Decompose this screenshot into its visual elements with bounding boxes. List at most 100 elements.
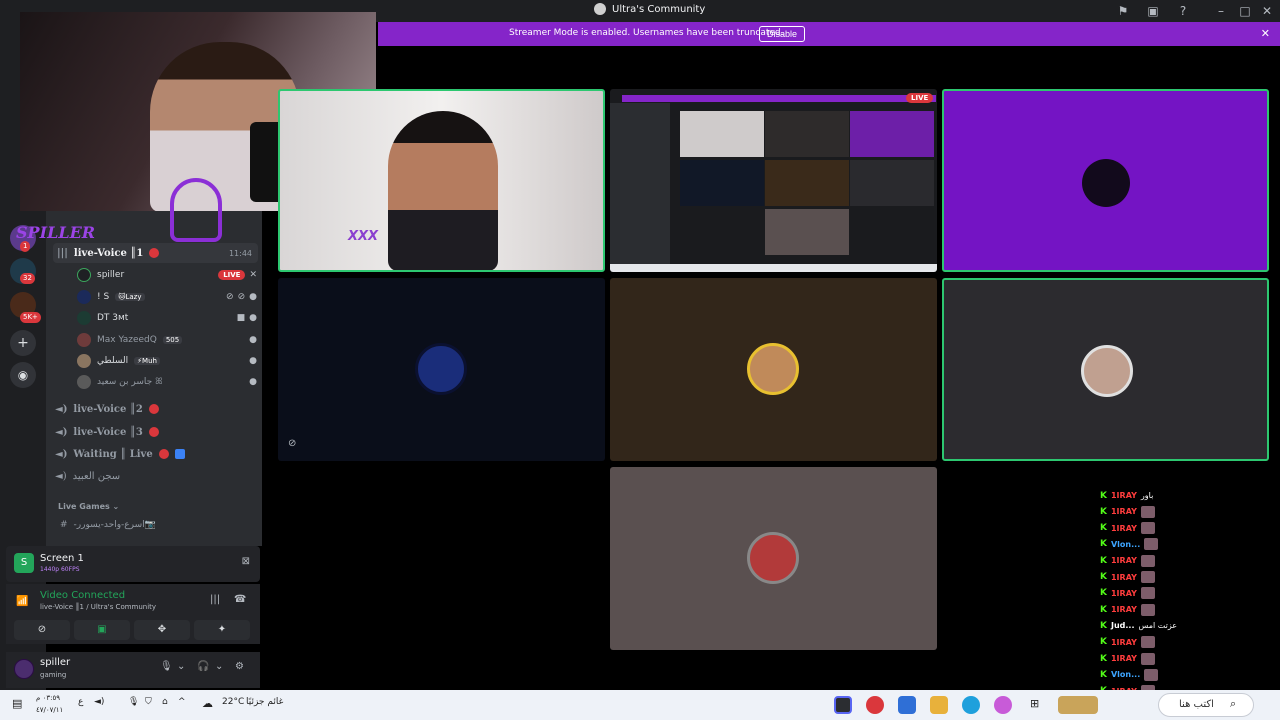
- network-icon[interactable]: ⌂: [162, 697, 168, 707]
- chat-message: K1IRAY: [1100, 570, 1190, 585]
- chevron-up-icon[interactable]: ^: [178, 697, 186, 707]
- video-tile-avatar[interactable]: ⊘: [278, 278, 605, 461]
- voice-user[interactable]: ! S 🐱Lazy ⊘ ⊘ ●: [77, 287, 257, 307]
- taskbar-time[interactable]: ٠٣:٥٩ م: [36, 694, 60, 702]
- banner-close-icon[interactable]: ✕: [1261, 27, 1270, 40]
- weather-desc[interactable]: غائم جزئيًا: [246, 697, 283, 707]
- video-tile-stream[interactable]: LIVE: [610, 89, 937, 272]
- close-icon[interactable]: ✕: [1258, 2, 1276, 20]
- voice-user[interactable]: DT 3ᴍt ■ ●: [77, 308, 257, 328]
- app-icon[interactable]: [866, 696, 884, 714]
- voice-channel[interactable]: ◄) live-Voice ║2: [55, 399, 159, 419]
- kick-badge-icon: K: [1100, 588, 1107, 599]
- microphone-icon[interactable]: 🎙: [160, 661, 173, 672]
- chat-message: K Jud... عزتت امس: [1100, 618, 1190, 633]
- stop-stream-icon[interactable]: ⊠: [242, 556, 250, 567]
- disable-button[interactable]: Disable: [759, 26, 806, 42]
- help-icon[interactable]: ?: [1174, 2, 1192, 20]
- channel-name: live-Voice ║1: [73, 247, 144, 259]
- live-dot-icon: [148, 404, 159, 414]
- kick-badge-icon: K: [1100, 523, 1107, 534]
- screen-share-button[interactable]: ▣: [74, 620, 130, 640]
- mic-icon[interactable]: 🎙: [128, 697, 139, 707]
- minimize-icon[interactable]: –: [1212, 2, 1230, 20]
- chat-message: K1IRAY: [1100, 553, 1190, 568]
- voice-connection-panel: 📶 Video Connected live-Voice ║1 / Ultra'…: [6, 584, 260, 644]
- volume-icon[interactable]: ◄): [94, 697, 104, 707]
- search-icon[interactable]: ⌕: [1230, 697, 1236, 711]
- headphones-icon[interactable]: 🎧: [197, 661, 209, 672]
- voice-channel[interactable]: ◄) سجن العبيد: [55, 466, 120, 486]
- screen-icon[interactable]: ▣: [1144, 2, 1162, 20]
- edge-icon[interactable]: [962, 696, 980, 714]
- speaker-icon: ◄): [55, 448, 68, 460]
- camera-off-button[interactable]: ⊘: [14, 620, 70, 640]
- stream-tile-preview: [765, 111, 849, 157]
- video-tile-avatar[interactable]: [942, 278, 1269, 461]
- hash-icon: #: [60, 520, 68, 530]
- video-tile-avatar[interactable]: [610, 467, 937, 650]
- notification-icon[interactable]: ▤: [12, 697, 22, 710]
- emote-icon: [1144, 538, 1159, 551]
- avatar: [415, 343, 467, 395]
- avatar: [1082, 159, 1130, 207]
- windows-taskbar: ▤ ٠٣:٥٩ م ٤٧/٠٧/١١ ع ◄) 🎙 ⛉ ⌂ ^ ☁ 22°C غ…: [0, 690, 1280, 720]
- folder-icon[interactable]: [930, 696, 948, 714]
- chat-username: 1IRAY: [1110, 556, 1137, 566]
- settings-gear-icon[interactable]: ⚙: [235, 661, 244, 672]
- security-icon[interactable]: ⛉: [145, 697, 152, 707]
- language-icon[interactable]: ع: [78, 697, 83, 707]
- add-server-icon[interactable]: +: [10, 330, 36, 356]
- connected-channel[interactable]: live-Voice ║1 / Ultra's Community: [40, 603, 156, 611]
- stream-tile-preview: [765, 160, 849, 206]
- widget-icon[interactable]: [1058, 696, 1098, 714]
- stream-tile-preview: [765, 209, 849, 255]
- inbox-icon[interactable]: ⚑: [1114, 2, 1132, 20]
- copilot-icon[interactable]: [994, 696, 1012, 714]
- voice-user[interactable]: جاسر بن سعيد ꕤ ●: [77, 372, 257, 392]
- noise-suppression-icon[interactable]: |||: [210, 594, 220, 605]
- taskbar-date[interactable]: ٤٧/٠٧/١١: [36, 706, 63, 714]
- avatar[interactable]: [14, 659, 34, 679]
- video-tile-avatar[interactable]: [942, 89, 1269, 272]
- voice-user[interactable]: Max YazeedQ 505 ●: [77, 330, 257, 350]
- emote-icon: [1140, 636, 1155, 649]
- voice-channel-active[interactable]: ||| live-Voice ║1 11:44: [53, 243, 258, 263]
- text-channel[interactable]: # -اسرع-واحد-يسورر📷: [60, 520, 156, 530]
- speaker-icon: ◄): [55, 470, 67, 482]
- live-dot-icon: [148, 427, 159, 437]
- video-tile-camera[interactable]: XXX: [278, 89, 605, 272]
- emote-icon: [1140, 522, 1155, 535]
- chevron-down-icon[interactable]: ⌄: [215, 661, 223, 672]
- chat-icon: ●: [249, 335, 257, 345]
- chat-text: باور: [1140, 491, 1154, 500]
- kick-badge-icon: K: [1100, 669, 1107, 680]
- category-header[interactable]: Live Games ⌄: [58, 502, 119, 511]
- video-tile-avatar[interactable]: [610, 278, 937, 461]
- stream-banner-preview: [622, 95, 936, 102]
- username: spiller: [40, 657, 71, 668]
- emote-icon: [1140, 571, 1155, 583]
- emote-icon: [1140, 554, 1155, 567]
- activities-button[interactable]: ✥: [134, 620, 190, 640]
- chevron-down-icon[interactable]: ⌄: [177, 661, 185, 672]
- live-badge: LIVE: [906, 93, 934, 103]
- soundboard-button[interactable]: ✦: [194, 620, 250, 640]
- taskbar-search[interactable]: اكتب هنا: [1158, 693, 1254, 717]
- task-view-icon[interactable]: ⊞: [1030, 697, 1039, 710]
- stream-taskbar-preview: [610, 264, 937, 272]
- disconnect-icon[interactable]: ☎: [234, 594, 246, 605]
- stream-sidebar-preview: [610, 103, 670, 271]
- voice-user[interactable]: spiller LIVE ✕: [77, 265, 257, 285]
- app-icon[interactable]: [898, 696, 916, 714]
- connection-status[interactable]: Video Connected: [40, 590, 125, 601]
- discord-app-icon[interactable]: [834, 696, 852, 714]
- voice-user-name: جاسر بن سعيد ꕤ: [97, 377, 163, 387]
- voice-channel[interactable]: ◄) Waiting ║ Live: [55, 444, 185, 464]
- chat-username: Vlon...: [1110, 670, 1141, 680]
- weather-temp[interactable]: 22°C: [222, 697, 244, 707]
- voice-channel[interactable]: ◄) live-Voice ║3: [55, 422, 159, 442]
- discover-icon[interactable]: ◉: [10, 362, 36, 388]
- voice-user[interactable]: السلطي ⚡Muh ●: [77, 351, 257, 371]
- maximize-icon[interactable]: □: [1236, 2, 1254, 20]
